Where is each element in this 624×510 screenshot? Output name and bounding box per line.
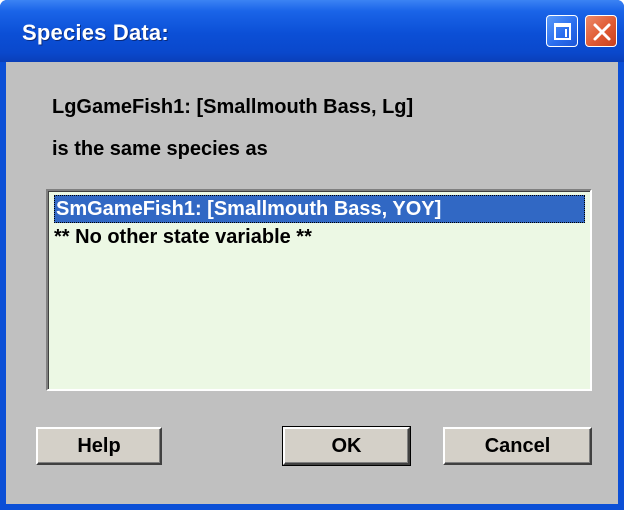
message-line-1: LgGameFish1: [Smallmouth Bass, Lg] [52,96,414,118]
help-button[interactable]: Help [36,427,162,465]
list-item[interactable]: ** No other state variable ** [54,223,312,251]
list-item-selected[interactable]: SmGameFish1: [Smallmouth Bass, YOY] [54,195,585,223]
window-title: Species Data: [22,20,169,45]
cancel-button[interactable]: Cancel [443,427,592,465]
species-listbox[interactable]: SmGameFish1: [Smallmouth Bass, YOY] ** N… [46,189,592,391]
title-bar[interactable]: Species Data: [0,0,624,62]
close-icon [593,23,611,41]
ok-button[interactable]: OK [282,426,411,466]
species-data-dialog: Species Data: LgGameFish1: [Smallmouth B… [0,0,624,510]
dialog-body: LgGameFish1: [Smallmouth Bass, Lg] is th… [6,62,618,504]
restore-button[interactable] [546,15,578,47]
close-button[interactable] [585,15,617,47]
message-line-2: is the same species as [52,138,268,160]
restore-icon [554,23,571,40]
